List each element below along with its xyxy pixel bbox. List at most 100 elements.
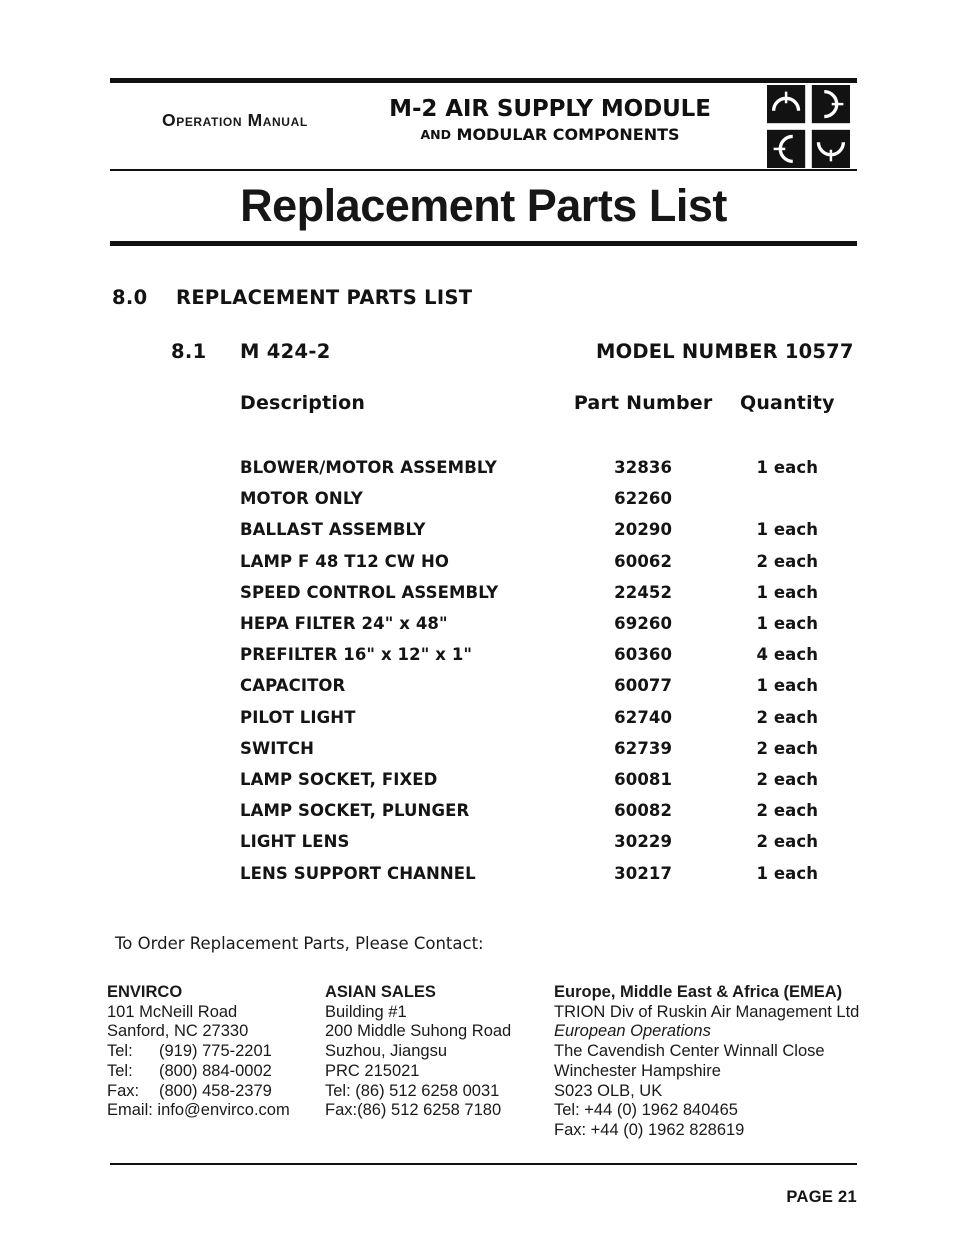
part-description: MOTOR ONLY <box>240 489 363 509</box>
product-title: M-2 AIR SUPPLY MODULE <box>389 96 711 122</box>
table-row: HEPA FILTER 24" x 48" 69260 1 each <box>110 608 857 639</box>
part-quantity: 1 each <box>756 582 819 602</box>
contact-emea-line: The Cavendish Center Winnall Close <box>554 1042 825 1061</box>
contact-asian-sales-line: Suzhou, Jiangsu <box>325 1042 448 1061</box>
contact-envirco-street: 101 McNeill Road <box>107 1002 238 1021</box>
part-quantity: 1 each <box>756 676 819 696</box>
table-row: LAMP SOCKET, FIXED 60081 2 each <box>110 764 857 795</box>
contact-envirco-tel-2: Tel: (800) 884-0002 <box>107 1062 290 1082</box>
contact-envirco-tel-2-value: (800) 884-0002 <box>159 1061 272 1080</box>
table-row: MOTOR ONLY 62260 <box>110 483 857 514</box>
part-number: 62739 <box>614 738 673 758</box>
contact-asian-sales: ASIAN SALES Building #1 200 Middle Suhon… <box>325 983 511 1121</box>
part-description: PILOT LIGHT <box>240 707 356 727</box>
table-row: LAMP F 48 T12 CW HO 60062 2 each <box>110 546 857 577</box>
part-number: 62260 <box>614 489 673 509</box>
table-row: CAPACITOR 60077 1 each <box>110 670 857 701</box>
part-description: LAMP F 48 T12 CW HO <box>240 551 450 571</box>
table-row: BALLAST ASSEMBLY 20290 1 each <box>110 514 857 545</box>
contact-emea: Europe, Middle East & Africa (EMEA) TRIO… <box>554 983 859 1141</box>
contact-envirco-tel-2-label: Tel: <box>107 1061 133 1080</box>
part-quantity: 1 each <box>756 614 819 634</box>
contact-envirco-fax-label: Fax: <box>107 1081 140 1100</box>
document-header: Operation Manual M-2 AIR SUPPLY MODULE A… <box>110 83 857 170</box>
table-row: LENS SUPPORT CHANNEL 30217 1 each <box>110 858 857 889</box>
header-rule-top <box>110 78 857 83</box>
part-quantity: 4 each <box>756 645 819 665</box>
part-quantity: 2 each <box>756 738 819 758</box>
part-quantity: 1 each <box>756 863 819 883</box>
header-title-block: M-2 AIR SUPPLY MODULE AND MODULAR COMPON… <box>360 96 740 144</box>
table-row: LAMP SOCKET, PLUNGER 60082 2 each <box>110 795 857 826</box>
parts-table-head: Description Part Number Quantity <box>110 392 857 452</box>
page-title: Replacement Parts List <box>240 180 727 231</box>
section-8-1-number: 8.1 <box>171 340 207 363</box>
part-description: BLOWER/MOTOR ASSEMBLY <box>240 458 497 477</box>
part-quantity: 2 each <box>756 801 819 821</box>
contact-emea-tel: Tel: +44 (0) 1962 840465 <box>554 1101 738 1120</box>
envirco-quadrant-logo-icon <box>765 83 852 170</box>
contact-asian-sales-line: PRC 215021 <box>325 1061 420 1080</box>
contact-emea-fax: Fax: +44 (0) 1962 828619 <box>554 1120 745 1139</box>
part-quantity: 2 each <box>756 770 819 790</box>
section-8-1-heading: 8.1 M 424-2 <box>171 340 331 363</box>
part-number: 20290 <box>614 520 673 540</box>
contact-envirco-fax: Fax: (800) 458-2379 <box>107 1082 290 1102</box>
part-description: HEPA FILTER 24" x 48" <box>240 614 448 634</box>
part-quantity: 1 each <box>756 520 819 540</box>
part-description: LIGHT LENS <box>240 832 350 852</box>
page-number: PAGE 21 <box>786 1188 857 1206</box>
footer-rule <box>110 1163 857 1165</box>
part-description: SWITCH <box>240 738 314 758</box>
product-subtitle: AND MODULAR COMPONENTS <box>360 125 740 144</box>
table-row: PREFILTER 16" x 12" x 1" 60360 4 each <box>110 639 857 670</box>
part-quantity: 2 each <box>756 551 819 571</box>
operation-manual-label: Operation Manual <box>162 110 308 130</box>
parts-table-header-row: Description Part Number Quantity <box>110 392 857 452</box>
contact-envirco-email[interactable]: Email: info@envirco.com <box>107 1101 290 1121</box>
part-quantity: 2 each <box>756 707 819 727</box>
part-description: LAMP SOCKET, PLUNGER <box>240 801 470 821</box>
part-description: SPEED CONTROL ASSEMBLY <box>240 582 499 602</box>
part-number: 60082 <box>614 801 673 821</box>
subtitle-rest: MODULAR COMPONENTS <box>456 125 680 144</box>
column-header-part-number: Part Number <box>573 392 713 414</box>
subtitle-and-word: AND <box>420 127 451 142</box>
contact-envirco: ENVIRCO 101 McNeill Road Sanford, NC 273… <box>107 983 290 1121</box>
table-row: SWITCH 62739 2 each <box>110 733 857 764</box>
table-row: BLOWER/MOTOR ASSEMBLY 32836 1 each <box>110 452 857 483</box>
contact-emea-line: Winchester Hampshire <box>554 1061 721 1080</box>
contact-envirco-city: Sanford, NC 27330 <box>107 1022 249 1041</box>
contact-asian-sales-heading: ASIAN SALES <box>325 983 436 1001</box>
part-number: 62740 <box>614 707 673 727</box>
contact-emea-heading: Europe, Middle East & Africa (EMEA) <box>554 983 843 1001</box>
part-number: 30217 <box>614 863 673 883</box>
table-row: SPEED CONTROL ASSEMBLY 22452 1 each <box>110 577 857 608</box>
part-number: 22452 <box>614 582 673 602</box>
contact-envirco-tel-1: Tel: (919) 775-2201 <box>107 1042 290 1062</box>
contact-emea-line: S023 OLB, UK <box>554 1081 663 1100</box>
section-8-0-title: REPLACEMENT PARTS LIST <box>176 286 473 309</box>
part-description: LENS SUPPORT CHANNEL <box>240 863 476 883</box>
contact-asian-sales-line: 200 Middle Suhong Road <box>325 1022 512 1041</box>
section-8-1-title: M 424-2 <box>240 340 331 363</box>
section-8-0-heading: 8.0 REPLACEMENT PARTS LIST <box>112 286 472 309</box>
part-number: 60081 <box>614 770 673 790</box>
part-description: CAPACITOR <box>240 676 346 696</box>
section-8-0-number: 8.0 <box>112 286 148 309</box>
part-quantity: 2 each <box>756 832 819 852</box>
parts-table-body: BLOWER/MOTOR ASSEMBLY 32836 1 each MOTOR ON… <box>110 452 857 889</box>
part-number: 60077 <box>614 676 673 696</box>
header-rule-bottom <box>110 241 857 246</box>
contact-emea-company: TRION Div of Ruskin Air Management Ltd <box>554 1002 860 1021</box>
order-instructions: To Order Replacement Parts, Please Conta… <box>115 934 484 953</box>
contact-asian-sales-fax: Fax:(86) 512 6258 7180 <box>325 1101 502 1120</box>
table-row: LIGHT LENS 30229 2 each <box>110 826 857 857</box>
table-row: PILOT LIGHT 62740 2 each <box>110 702 857 733</box>
contact-emea-division: European Operations <box>554 1022 711 1041</box>
part-quantity: 1 each <box>756 458 819 477</box>
header-rule-middle <box>110 169 857 171</box>
column-header-quantity: Quantity <box>739 392 835 414</box>
part-number: 69260 <box>614 614 673 634</box>
replacement-parts-table: Description Part Number Quantity BLOWER/… <box>110 392 857 889</box>
